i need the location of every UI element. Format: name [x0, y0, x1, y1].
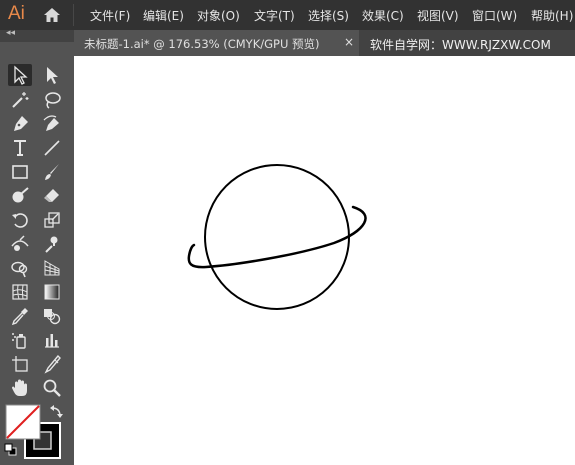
hand-tool-icon[interactable]: [8, 377, 32, 399]
puppet-warp-tool-icon[interactable]: [40, 233, 64, 255]
planet-ring: [187, 205, 367, 269]
menu-file[interactable]: 文件(F): [90, 7, 130, 24]
zoom-tool-icon[interactable]: [40, 377, 64, 399]
menu-select[interactable]: 选择(S): [308, 7, 349, 24]
menu-edit[interactable]: 编辑(E): [143, 7, 184, 24]
mesh-tool-icon[interactable]: [8, 281, 32, 303]
eraser-tool-icon[interactable]: [40, 185, 64, 207]
line-segment-tool-icon[interactable]: [40, 137, 64, 159]
direct-selection-tool-icon[interactable]: [40, 64, 64, 86]
type-tool-icon[interactable]: [8, 137, 32, 159]
home-icon[interactable]: [42, 5, 62, 25]
shaper-tool-icon[interactable]: [8, 185, 32, 207]
document-tab[interactable]: 未标题-1.ai* @ 176.53% (CMYK/GPU 预览) ×: [74, 30, 359, 56]
menu-object[interactable]: 对象(O): [197, 7, 240, 24]
menu-view[interactable]: 视图(V): [417, 7, 459, 24]
rectangle-tool-icon[interactable]: [8, 161, 32, 183]
column-graph-tool-icon[interactable]: [40, 329, 64, 351]
swap-icon[interactable]: [50, 405, 63, 418]
artboard-tool-icon[interactable]: [8, 353, 32, 375]
planet-circle: [204, 164, 350, 310]
shape-builder-tool-icon[interactable]: [8, 257, 32, 279]
menu-type[interactable]: 文字(T): [254, 7, 295, 24]
lasso-tool-icon[interactable]: [40, 89, 64, 111]
document-tab-bar: 未标题-1.ai* @ 176.53% (CMYK/GPU 预览) × 软件自学…: [74, 30, 575, 56]
scale-tool-icon[interactable]: [40, 209, 64, 231]
curvature-tool-icon[interactable]: [40, 113, 64, 135]
document-tab-title: 未标题-1.ai* @ 176.53% (CMYK/GPU 预览): [84, 37, 320, 51]
menu-effect[interactable]: 效果(C): [362, 7, 404, 24]
blend-tool-icon[interactable]: [40, 305, 64, 327]
app-logo: Ai: [8, 3, 25, 24]
eyedropper-tool-icon[interactable]: [8, 305, 32, 327]
collapse-panel-icon[interactable]: ◂◂: [6, 28, 15, 38]
pen-tool-icon[interactable]: [8, 113, 32, 135]
planet-artwork[interactable]: [74, 56, 575, 465]
selection-tool-icon[interactable]: [8, 64, 32, 86]
menu-divider: [73, 4, 74, 26]
paintbrush-tool-icon[interactable]: [40, 161, 64, 183]
watermark-text: 软件自学网：WWW.RJZXW.COM: [370, 38, 551, 52]
magic-wand-tool-icon[interactable]: [8, 89, 32, 111]
gradient-tool-icon[interactable]: [40, 281, 64, 303]
menu-window[interactable]: 窗口(W): [472, 7, 517, 24]
default-colors-icon[interactable]: [4, 443, 17, 456]
artboard-canvas[interactable]: [74, 56, 575, 465]
rotate-tool-icon[interactable]: [8, 209, 32, 231]
fill-stroke-panel: [0, 400, 74, 465]
perspective-grid-tool-icon[interactable]: [40, 257, 64, 279]
menu-help[interactable]: 帮助(H): [531, 7, 573, 24]
symbol-sprayer-tool-icon[interactable]: [8, 329, 32, 351]
menu-bar: Ai 文件(F) 编辑(E) 对象(O) 文字(T) 选择(S) 效果(C) 视…: [0, 0, 575, 30]
toolbar-header: ◂◂: [0, 28, 74, 42]
close-tab-icon[interactable]: ×: [344, 35, 354, 49]
fill-swatch[interactable]: [5, 404, 41, 440]
width-tool-icon[interactable]: [8, 233, 32, 255]
slice-tool-icon[interactable]: [40, 353, 64, 375]
